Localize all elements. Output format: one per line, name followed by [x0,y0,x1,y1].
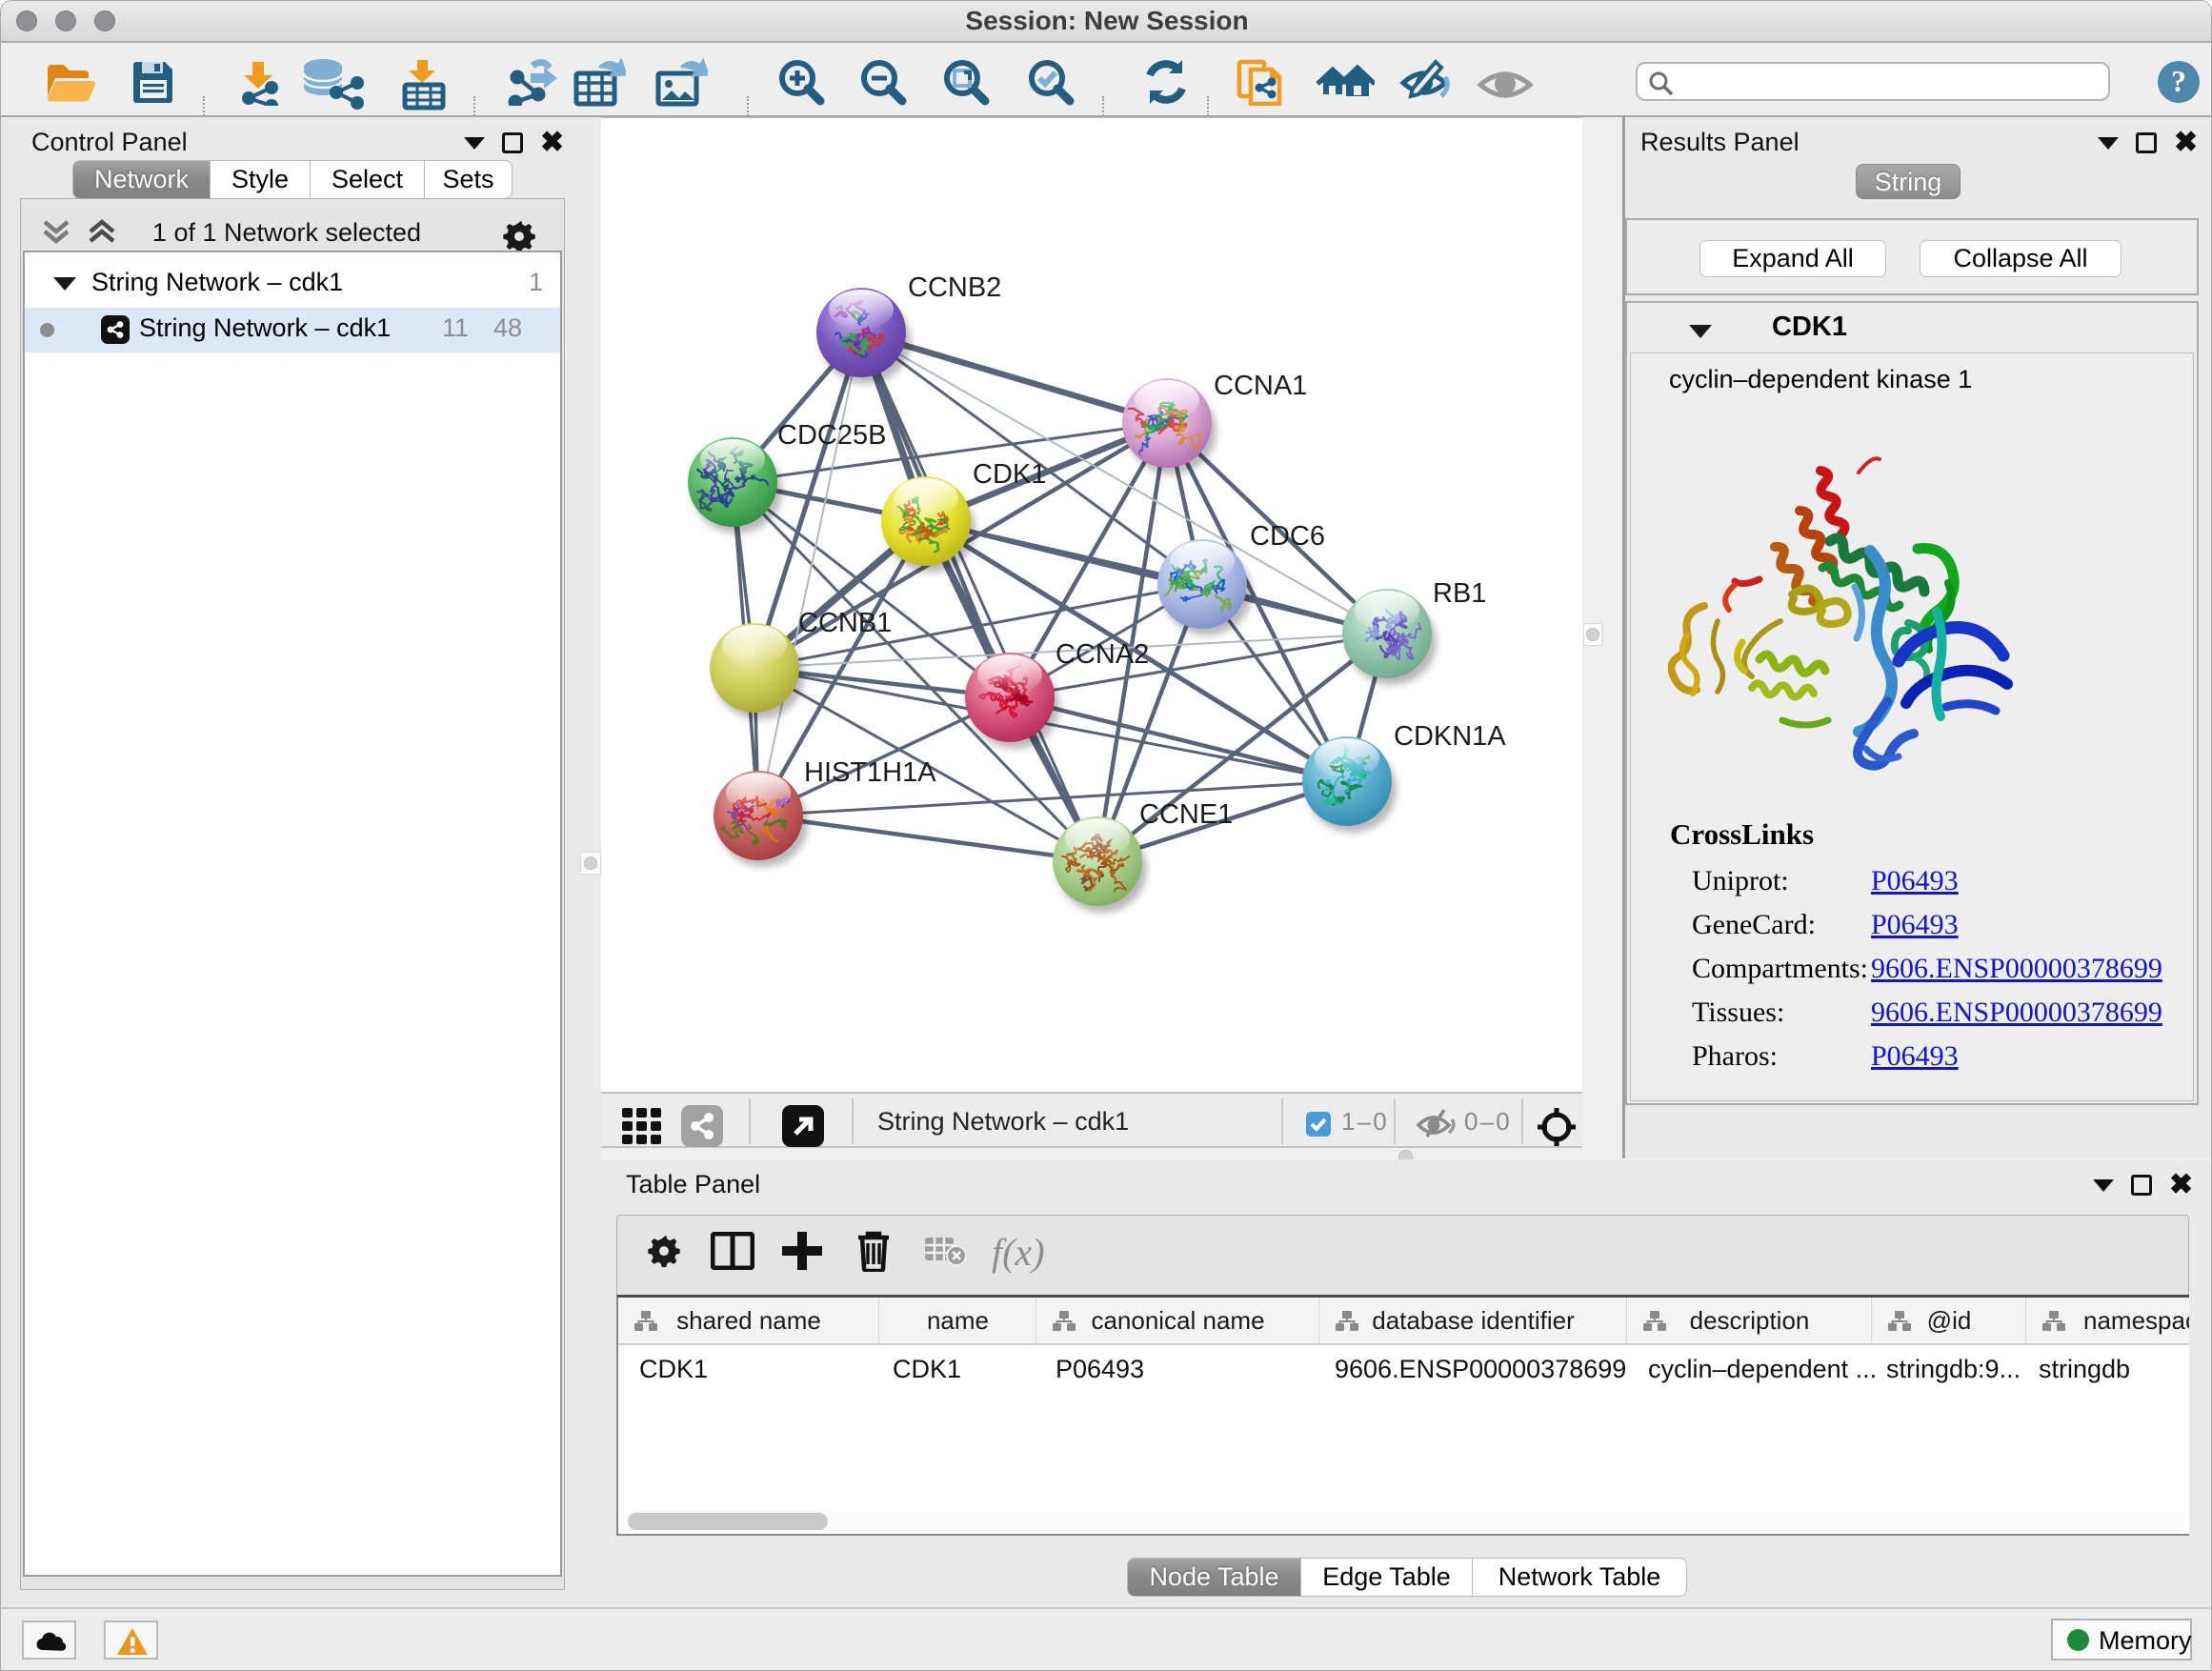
svg-text:CCNE1: CCNE1 [1139,799,1233,830]
svg-text:RB1: RB1 [1433,578,1486,609]
svg-text:CCNA2: CCNA2 [1056,639,1149,670]
svg-text:HIST1H1A: HIST1H1A [804,757,936,788]
svg-text:CDKN1A: CDKN1A [1394,721,1506,752]
svg-text:CCNB1: CCNB1 [798,608,892,638]
svg-text:CCNA1: CCNA1 [1214,371,1307,401]
svg-text:?: ? [2171,64,2186,98]
svg-text:CDC6: CDC6 [1250,521,1325,552]
svg-text:CCNB2: CCNB2 [908,272,1001,303]
svg-text:CDC25B: CDC25B [777,420,886,451]
svg-text:CDK1: CDK1 [973,459,1046,490]
